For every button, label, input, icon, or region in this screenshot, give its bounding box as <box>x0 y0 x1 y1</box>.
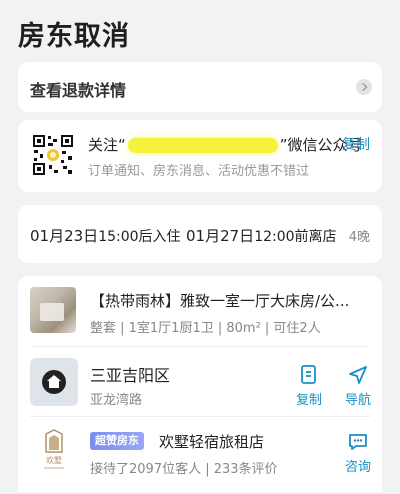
nights-count: 4晚 <box>348 230 370 245</box>
chat-bubble-icon <box>349 434 367 450</box>
consult-button[interactable]: 咨询 <box>345 431 371 475</box>
location-area: 三亚吉阳区 <box>90 366 171 385</box>
listing-thumbnail[interactable] <box>30 287 76 333</box>
listing-card: 【热带雨林】雅致一室一厅大床房/公... 整套 | 1室1厅1厨1卫 | 80m… <box>18 276 382 492</box>
page-title: 房东取消 <box>18 21 130 52</box>
listing-spec: 整套 | 1室1厅1厨1卫 | 80m² | 可住2人 <box>90 321 321 336</box>
wechat-follow-text: 关注“ ”微信公众号 <box>88 136 363 154</box>
wechat-follow-subtitle: 订单通知、房东消息、活动优惠不错过 <box>88 164 310 179</box>
divider <box>30 416 370 417</box>
refund-details-label: 查看退款详情 <box>30 81 127 100</box>
host-name[interactable]: 欢墅轻宿旅租店 <box>159 431 264 452</box>
refund-details-card[interactable]: 查看退款详情 <box>18 62 382 112</box>
wechat-follow-card: 关注“ ”微信公众号 订单通知、房东消息、活动优惠不错过 复制 <box>18 120 382 192</box>
location-street: 亚龙湾路 <box>90 393 143 408</box>
svg-text:欢墅: 欢墅 <box>46 455 62 465</box>
host-stats: 接待了2097位客人 | 233条评价 <box>90 462 278 477</box>
home-pin-icon <box>42 370 66 394</box>
chevron-right-icon <box>356 79 372 95</box>
divider <box>30 346 370 347</box>
copy-icon <box>301 365 316 384</box>
map-thumbnail[interactable] <box>30 358 78 406</box>
listing-name[interactable]: 【热带雨林】雅致一室一厅大床房/公... <box>90 290 375 311</box>
copy-address-button[interactable]: 复制 <box>296 364 322 408</box>
checkin-info: 01月23日15:00后入住 <box>30 227 181 245</box>
stay-dates-card: 01月23日15:00后入住 01月27日12:00前离店 4晚 <box>18 205 382 263</box>
redacted-account-name <box>127 138 278 153</box>
checkout-info: 01月27日12:00前离店 <box>186 227 337 245</box>
superhost-badge: 超赞房东 <box>90 432 144 450</box>
qr-code-icon <box>32 134 74 176</box>
host-logo[interactable]: 欢墅 <box>30 428 78 476</box>
navigate-button[interactable]: 导航 <box>345 364 371 408</box>
navigation-arrow-icon <box>349 366 367 384</box>
copy-account-button[interactable]: 复制 <box>342 134 370 154</box>
